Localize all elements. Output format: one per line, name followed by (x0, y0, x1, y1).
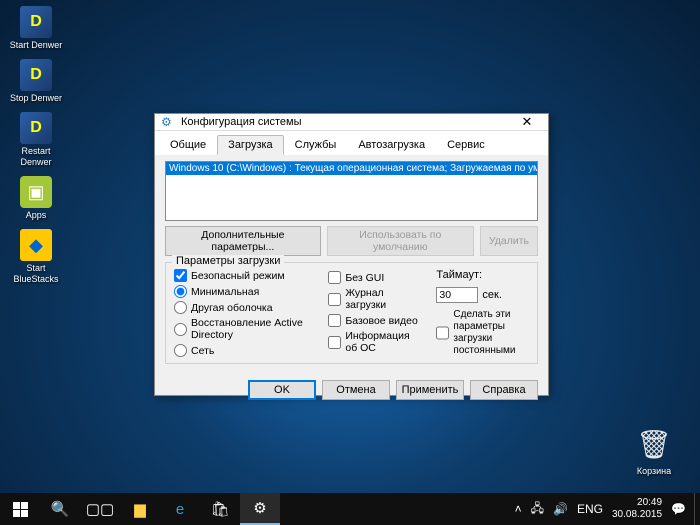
boot-options-legend: Параметры загрузки (172, 255, 284, 267)
boot-options-col1: Безопасный режим Минимальная Другая обол… (174, 269, 310, 357)
search-button[interactable]: 🔍 (40, 493, 80, 525)
basevideo-checkbox[interactable]: Базовое видео (328, 314, 418, 327)
denwer-icon (20, 6, 52, 38)
nogui-checkbox[interactable]: Без GUI (328, 271, 418, 284)
icon-label: Stop Denwer (10, 93, 62, 104)
radio-network-input[interactable] (174, 344, 187, 357)
radio-altshell-input[interactable] (174, 301, 187, 314)
timeout-unit: сек. (482, 289, 502, 301)
app-icon: ⚙ (161, 115, 175, 129)
desktop-icon-start-bluestacks[interactable]: Start BlueStacks (6, 229, 66, 285)
store-button[interactable]: 🛍 (200, 493, 240, 525)
radio-minimal-input[interactable] (174, 285, 187, 298)
osinfo-checkbox[interactable]: Информация об ОС (328, 330, 418, 354)
show-desktop-button[interactable] (694, 493, 700, 525)
tab-services[interactable]: Службы (284, 135, 348, 155)
boot-buttons: Дополнительные параметры... Использовать… (165, 226, 538, 256)
desktop-icon-restart-denwer[interactable]: Restart Denwer (6, 112, 66, 168)
store-icon: 🛍 (210, 500, 229, 518)
safe-boot-checkbox[interactable]: Безопасный режим (174, 269, 310, 282)
titlebar[interactable]: ⚙ Конфигурация системы ✕ (155, 114, 548, 131)
desktop-icons: Start Denwer Stop Denwer Restart Denwer … (6, 6, 66, 285)
desktop: Start Denwer Stop Denwer Restart Denwer … (0, 0, 700, 525)
desktop-icon-start-denwer[interactable]: Start Denwer (6, 6, 66, 51)
timeout-label: Таймаут: (436, 269, 529, 281)
language-indicator[interactable]: ENG (577, 502, 603, 516)
edge-button[interactable]: e (160, 493, 200, 525)
denwer-icon (20, 59, 52, 91)
msconfig-dialog: ⚙ Конфигурация системы ✕ Общие Загрузка … (154, 113, 549, 396)
tab-strip: Общие Загрузка Службы Автозагрузка Серви… (155, 131, 548, 155)
tab-boot[interactable]: Загрузка (217, 135, 283, 155)
desktop-icon-stop-denwer[interactable]: Stop Denwer (6, 59, 66, 104)
dialog-title: Конфигурация системы (181, 116, 512, 128)
clock-date: 30.08.2015 (612, 509, 662, 521)
start-button[interactable] (0, 493, 40, 525)
help-button[interactable]: Справка (470, 380, 538, 400)
taskbar: 🔍 ▢▢ ▆ e 🛍 ⚙ ˄ 🖧 🔊 ENG 20:49 30.08.2015 … (0, 493, 700, 525)
clock[interactable]: 20:49 30.08.2015 (612, 497, 662, 521)
denwer-icon (20, 112, 52, 144)
radio-ad-input[interactable] (174, 323, 187, 336)
task-view-button[interactable]: ▢▢ (80, 493, 120, 525)
bootlog-checkbox[interactable]: Журнал загрузки (328, 287, 418, 311)
icon-label: Start Denwer (10, 40, 63, 51)
system-tray: ˄ 🖧 🔊 ENG 20:49 30.08.2015 💬 (507, 493, 694, 525)
icon-label: Apps (26, 210, 47, 221)
icon-label: Restart Denwer (6, 146, 66, 168)
icon-label: Start BlueStacks (6, 263, 66, 285)
tab-startup[interactable]: Автозагрузка (347, 135, 436, 155)
recycle-bin[interactable]: 🗑 Корзина (624, 428, 684, 477)
set-default-button: Использовать по умолчанию (327, 226, 474, 256)
taskview-icon: ▢▢ (86, 500, 114, 518)
timeout-column: Таймаут: сек. Сделать эти параметры загр… (436, 269, 529, 357)
safe-boot-input[interactable] (174, 269, 187, 282)
trash-icon: 🗑 (636, 428, 672, 464)
apply-button[interactable]: Применить (396, 380, 464, 400)
radio-altshell[interactable]: Другая оболочка (174, 301, 310, 314)
windows-icon (13, 502, 28, 517)
persist-checkbox[interactable]: Сделать эти параметры загрузки постоянны… (436, 309, 529, 357)
advanced-options-button[interactable]: Дополнительные параметры... (165, 226, 321, 256)
radio-ad-restore[interactable]: Восстановление Active Directory (174, 317, 310, 341)
boot-options-col2: Без GUI Журнал загрузки Базовое видео Ин… (328, 271, 418, 357)
android-icon (20, 176, 52, 208)
edge-icon: e (176, 501, 184, 518)
dialog-footer: OK Отмена Применить Справка (155, 372, 548, 408)
folder-icon: ▆ (134, 500, 146, 518)
close-button[interactable]: ✕ (512, 114, 542, 130)
tab-general[interactable]: Общие (159, 135, 217, 155)
ok-button[interactable]: OK (248, 380, 316, 400)
delete-button: Удалить (480, 226, 538, 256)
gear-icon: ⚙ (253, 499, 266, 517)
timeout-row: сек. (436, 287, 529, 303)
network-icon[interactable]: 🖧 (531, 499, 544, 520)
boot-entry-selected[interactable]: Windows 10 (C:\Windows) : Текущая операц… (166, 162, 537, 175)
clock-time: 20:49 (612, 497, 662, 509)
radio-minimal[interactable]: Минимальная (174, 285, 310, 298)
bluestacks-icon (20, 229, 52, 261)
msconfig-taskbar-button[interactable]: ⚙ (240, 493, 280, 525)
action-center-icon[interactable]: 💬 (671, 502, 686, 516)
timeout-input[interactable] (436, 287, 478, 303)
cancel-button[interactable]: Отмена (322, 380, 390, 400)
boot-list[interactable]: Windows 10 (C:\Windows) : Текущая операц… (165, 161, 538, 221)
search-icon: 🔍 (51, 500, 70, 518)
recycle-label: Корзина (637, 466, 671, 477)
radio-network[interactable]: Сеть (174, 344, 310, 357)
tab-tools[interactable]: Сервис (436, 135, 496, 155)
desktop-icon-apps[interactable]: Apps (6, 176, 66, 221)
explorer-button[interactable]: ▆ (120, 493, 160, 525)
volume-icon[interactable]: 🔊 (553, 502, 568, 516)
dialog-body: Windows 10 (C:\Windows) : Текущая операц… (155, 155, 548, 372)
boot-options-panel: Параметры загрузки Безопасный режим Мини… (165, 262, 538, 364)
tray-chevron-up-icon[interactable]: ˄ (515, 502, 522, 516)
